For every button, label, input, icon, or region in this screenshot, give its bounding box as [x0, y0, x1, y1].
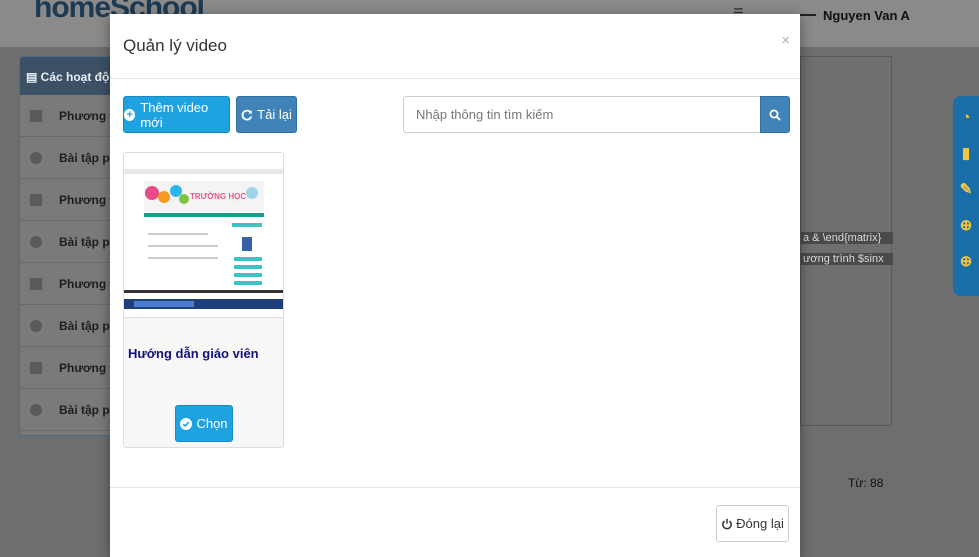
circle-icon: [30, 151, 42, 164]
circle-icon: [30, 319, 42, 332]
choose-button[interactable]: Chọn: [175, 405, 233, 442]
add-video-button[interactable]: + Thêm video mới: [123, 96, 230, 133]
modal-header: Quản lý video ×: [110, 14, 800, 79]
video-manager-modal: Quản lý video × + Thêm video mới Tải lại: [110, 14, 800, 557]
close-label: Đóng lại: [736, 516, 784, 531]
check-circle-icon: [180, 417, 193, 430]
circle-icon: [30, 403, 42, 416]
plus-circle-icon: +: [124, 108, 136, 121]
video-thumbnail[interactable]: TRƯỜNG HỌC: [124, 153, 283, 318]
floating-toolbar: ◔ ▮ ✎ ⊕ ⊕: [953, 96, 979, 296]
circle-icon: [30, 235, 42, 248]
activities-panel-header: ▤ Các hoạt động: [20, 57, 118, 95]
search-icon: [769, 109, 781, 121]
divider: [798, 14, 816, 16]
book-icon[interactable]: ▮: [958, 142, 974, 164]
editor-area: a & \end{matrix} ương trình $sinx: [800, 56, 893, 426]
activity-row[interactable]: Phương trình: [20, 263, 118, 305]
video-card: TRƯỜNG HỌC Hướng dẫn giáo viên Chọn: [123, 152, 284, 448]
activity-row[interactable]: Phương trình: [20, 179, 118, 221]
square-icon: [30, 193, 42, 206]
zoom-in-icon[interactable]: ⊕: [958, 250, 974, 272]
plus-circle-icon[interactable]: ⊕: [958, 214, 974, 236]
modal-footer: [110, 487, 800, 557]
activity-row[interactable]: Phương trình: [20, 347, 118, 389]
power-icon: [722, 518, 733, 529]
square-icon: [30, 277, 42, 290]
choose-label: Chọn: [196, 416, 228, 431]
edit-icon[interactable]: ✎: [958, 178, 974, 200]
thumb-brand: TRƯỜNG HỌC: [190, 192, 246, 201]
close-button[interactable]: Đóng lại: [716, 505, 789, 542]
word-count: Từ: 88: [848, 476, 884, 490]
activities-panel: ▤ Các hoạt động Phương trình Bài tập phư…: [19, 56, 119, 436]
close-icon[interactable]: ×: [781, 32, 790, 49]
square-icon: [30, 361, 42, 374]
panel-header-label: Các hoạt động: [40, 70, 119, 84]
editor-text: a & \end{matrix}: [801, 232, 893, 244]
video-thumbnail-image: TRƯỜNG HỌC: [124, 153, 283, 317]
refresh-icon: [241, 109, 253, 120]
activity-row[interactable]: Bài tập phương trình: [20, 305, 118, 347]
reload-button[interactable]: Tải lại: [236, 96, 297, 133]
activity-row[interactable]: Bài tập phương trình: [20, 137, 118, 179]
dashboard-icon[interactable]: ◔: [958, 106, 974, 128]
activity-row[interactable]: Bài tập phương trình: [20, 389, 118, 431]
modal-title: Quản lý video: [123, 36, 227, 55]
editor-text: ương trình $sinx: [801, 253, 893, 265]
add-video-label: Thêm video mới: [140, 99, 209, 130]
search-button[interactable]: [760, 96, 790, 133]
activity-row[interactable]: Bài tập phương trình: [20, 221, 118, 263]
reload-label: Tải lại: [257, 107, 292, 122]
video-title[interactable]: Hướng dẫn giáo viên: [128, 346, 259, 361]
search-input[interactable]: [403, 96, 761, 133]
square-icon: [30, 109, 42, 122]
user-name[interactable]: Nguyen Van A: [823, 8, 910, 23]
activity-row[interactable]: Phương trình: [20, 95, 118, 137]
list-icon: ▤: [26, 70, 41, 84]
